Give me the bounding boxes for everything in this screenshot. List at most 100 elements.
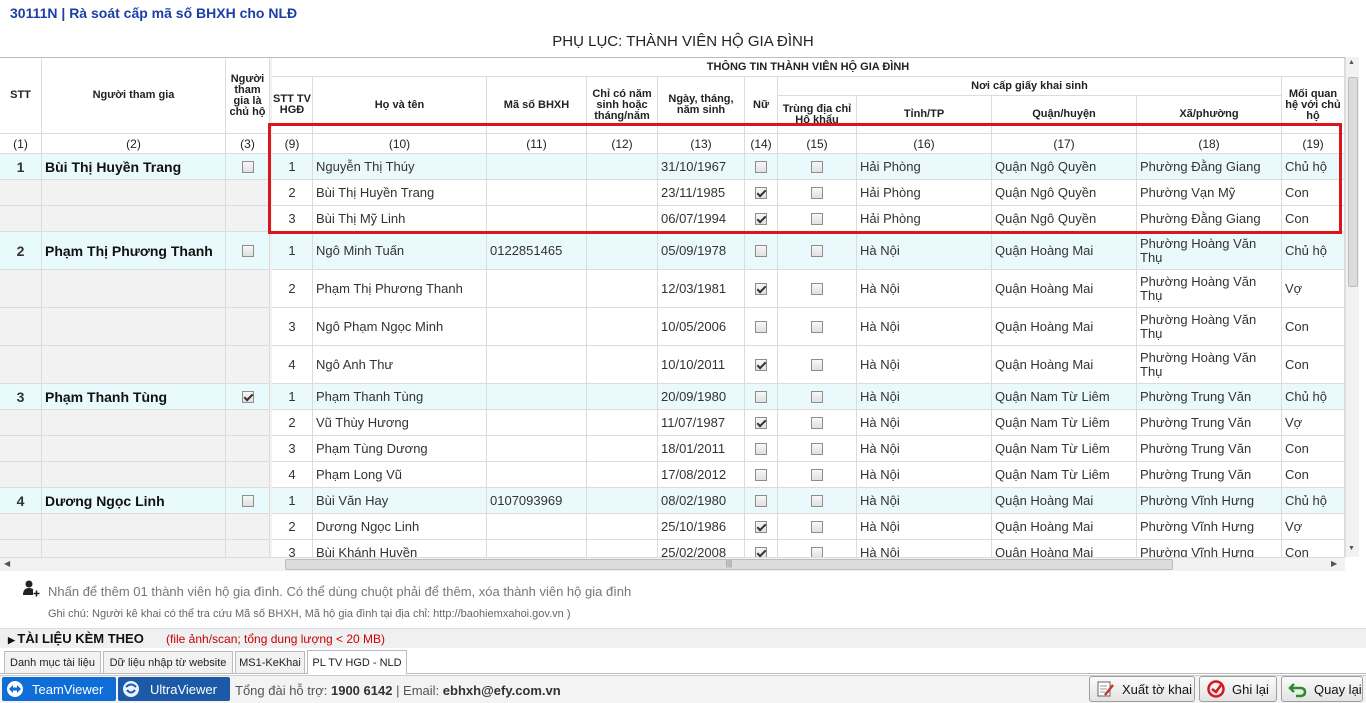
- member-same-household[interactable]: [778, 462, 857, 488]
- member-name[interactable]: Phạm Tùng Dương: [313, 436, 487, 462]
- is-head-checkbox[interactable]: [226, 154, 270, 180]
- checkbox-icon[interactable]: [755, 186, 767, 199]
- member-stt[interactable]: 3: [272, 540, 313, 557]
- tab-danh-muc-tai-lieu[interactable]: Danh mục tài liệu: [4, 651, 101, 673]
- member-name[interactable]: Phạm Long Vũ: [313, 462, 487, 488]
- member-female[interactable]: [745, 436, 778, 462]
- save-button[interactable]: Ghi lại: [1199, 676, 1277, 702]
- member-dob[interactable]: 20/09/1980: [658, 384, 745, 410]
- member-dob[interactable]: 18/01/2011: [658, 436, 745, 462]
- add-member-icon[interactable]: [22, 579, 40, 597]
- checkbox-icon[interactable]: [811, 160, 823, 173]
- checkbox-icon[interactable]: [811, 358, 823, 371]
- is-head-checkbox[interactable]: [226, 384, 270, 410]
- member-bhxh[interactable]: [487, 346, 587, 384]
- member-ward[interactable]: Phường Trung Văn: [1137, 462, 1282, 488]
- member-relation[interactable]: Chủ hộ: [1282, 384, 1345, 410]
- member-name[interactable]: Vũ Thùy Hương: [313, 410, 487, 436]
- member-relation[interactable]: Con: [1282, 180, 1345, 206]
- participant-name[interactable]: Phạm Thị Phương Thanh: [42, 232, 226, 270]
- member-district[interactable]: Quận Nam Từ Liêm: [992, 436, 1137, 462]
- member-female[interactable]: [745, 180, 778, 206]
- member-district[interactable]: Quận Ngô Quyền: [992, 154, 1137, 180]
- member-stt[interactable]: 1: [272, 384, 313, 410]
- member-dob[interactable]: 08/02/1980: [658, 488, 745, 514]
- member-same-household[interactable]: [778, 206, 857, 232]
- member-year-only[interactable]: [587, 154, 658, 180]
- member-bhxh[interactable]: [487, 514, 587, 540]
- member-relation[interactable]: Vợ: [1282, 410, 1345, 436]
- horizontal-scroll-thumb[interactable]: |||: [285, 559, 1173, 570]
- member-province[interactable]: Hà Nội: [857, 384, 992, 410]
- checkbox-icon[interactable]: [755, 160, 767, 173]
- checkbox-icon[interactable]: [811, 186, 823, 199]
- member-name[interactable]: Phạm Thị Phương Thanh: [313, 270, 487, 308]
- checkbox-icon[interactable]: [755, 320, 767, 333]
- member-district[interactable]: Quận Nam Từ Liêm: [992, 410, 1137, 436]
- member-year-only[interactable]: [587, 436, 658, 462]
- member-name[interactable]: Bùi Thị Huyền Trang: [313, 180, 487, 206]
- member-dob[interactable]: 17/08/2012: [658, 462, 745, 488]
- member-district[interactable]: Quận Hoàng Mai: [992, 514, 1137, 540]
- is-head-checkbox[interactable]: [226, 232, 270, 270]
- member-province[interactable]: Hà Nội: [857, 514, 992, 540]
- member-relation[interactable]: Con: [1282, 346, 1345, 384]
- member-bhxh[interactable]: [487, 384, 587, 410]
- member-stt[interactable]: 1: [272, 154, 313, 180]
- member-ward[interactable]: Phường Đằng Giang: [1137, 206, 1282, 232]
- member-same-household[interactable]: [778, 154, 857, 180]
- member-stt[interactable]: 4: [272, 346, 313, 384]
- member-province[interactable]: Hà Nội: [857, 540, 992, 557]
- teamviewer-button[interactable]: TeamViewer: [2, 677, 116, 701]
- checkbox-icon[interactable]: [755, 468, 767, 481]
- member-province[interactable]: Hà Nội: [857, 270, 992, 308]
- member-stt[interactable]: 2: [272, 180, 313, 206]
- checkbox-icon[interactable]: [755, 546, 767, 557]
- member-year-only[interactable]: [587, 206, 658, 232]
- member-name[interactable]: Ngô Phạm Ngọc Minh: [313, 308, 487, 346]
- checkbox-icon[interactable]: [811, 442, 823, 455]
- member-district[interactable]: Quận Ngô Quyền: [992, 180, 1137, 206]
- member-relation[interactable]: Con: [1282, 540, 1345, 557]
- member-stt[interactable]: 3: [272, 206, 313, 232]
- member-year-only[interactable]: [587, 488, 658, 514]
- member-female[interactable]: [745, 346, 778, 384]
- member-female[interactable]: [745, 232, 778, 270]
- member-female[interactable]: [745, 270, 778, 308]
- tab-pl-tv-hgd-nld[interactable]: PL TV HGD - NLD: [307, 650, 407, 674]
- member-year-only[interactable]: [587, 384, 658, 410]
- member-relation[interactable]: Chủ hộ: [1282, 232, 1345, 270]
- member-year-only[interactable]: [587, 346, 658, 384]
- back-button[interactable]: Quay lại: [1281, 676, 1363, 702]
- member-female[interactable]: [745, 308, 778, 346]
- member-dob[interactable]: 12/03/1981: [658, 270, 745, 308]
- member-female[interactable]: [745, 410, 778, 436]
- member-stt[interactable]: 2: [272, 514, 313, 540]
- checkbox-icon[interactable]: [811, 390, 823, 403]
- member-ward[interactable]: Phường Trung Văn: [1137, 410, 1282, 436]
- member-province[interactable]: Hải Phòng: [857, 180, 992, 206]
- member-bhxh[interactable]: [487, 410, 587, 436]
- member-stt[interactable]: 2: [272, 270, 313, 308]
- participant-name[interactable]: Dương Ngọc Linh: [42, 488, 226, 514]
- checkbox-icon[interactable]: [755, 282, 767, 295]
- member-bhxh[interactable]: [487, 436, 587, 462]
- checkbox-icon[interactable]: [241, 494, 254, 507]
- checkbox-icon[interactable]: [755, 416, 767, 429]
- checkbox-icon[interactable]: [811, 494, 823, 507]
- checkbox-icon[interactable]: [811, 468, 823, 481]
- participant-name[interactable]: Bùi Thị Huyền Trang: [42, 154, 226, 180]
- checkbox-icon[interactable]: [755, 390, 767, 403]
- member-same-household[interactable]: [778, 232, 857, 270]
- member-ward[interactable]: Phường Hoàng Văn Thụ: [1137, 346, 1282, 384]
- member-name[interactable]: Nguyễn Thị Thúy: [313, 154, 487, 180]
- add-member-hint[interactable]: Nhấn để thêm 01 thành viên hộ gia đình. …: [48, 584, 631, 599]
- member-female[interactable]: [745, 488, 778, 514]
- checkbox-icon[interactable]: [811, 212, 823, 225]
- member-relation[interactable]: Chủ hộ: [1282, 154, 1345, 180]
- member-dob[interactable]: 25/10/1986: [658, 514, 745, 540]
- member-same-household[interactable]: [778, 488, 857, 514]
- member-province[interactable]: Hà Nội: [857, 232, 992, 270]
- member-female[interactable]: [745, 514, 778, 540]
- member-same-household[interactable]: [778, 514, 857, 540]
